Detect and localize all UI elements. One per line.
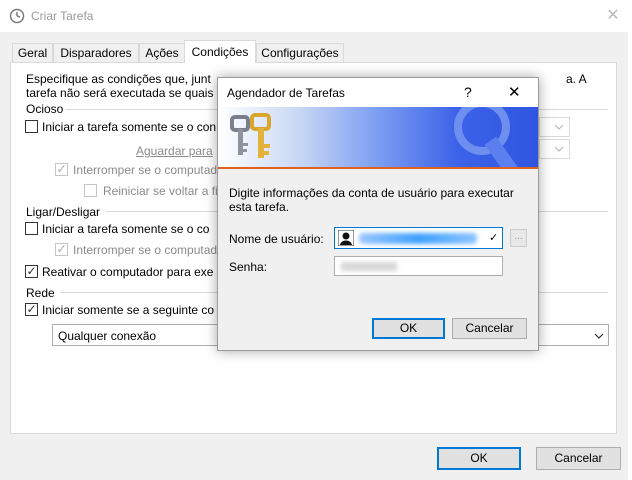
keys-icon bbox=[230, 113, 271, 158]
password-value-redacted bbox=[341, 262, 397, 271]
dialog-ok-button[interactable]: OK bbox=[372, 318, 445, 339]
dialog-title: Agendador de Tarefas bbox=[227, 86, 345, 100]
idle-start-checkbox[interactable] bbox=[25, 120, 38, 133]
checkmark-icon: ✓ bbox=[26, 302, 37, 316]
idle-restart-checkbox[interactable] bbox=[84, 184, 97, 197]
wake-label: Reativar o computador para exe bbox=[42, 265, 214, 279]
password-input[interactable] bbox=[334, 256, 503, 276]
chevron-down-icon bbox=[594, 333, 604, 339]
intro-text-line1: Especifique as condições que, junt bbox=[26, 72, 211, 86]
tab-triggers[interactable]: Disparadores bbox=[53, 43, 139, 62]
user-icon bbox=[338, 230, 354, 246]
dialog-title-bar[interactable]: Agendador de Tarefas ? ✕ bbox=[218, 78, 538, 107]
intro-text-line1-tail: a. A bbox=[566, 72, 587, 86]
power-group-label: Ligar/Desligar bbox=[26, 205, 101, 219]
checkmark-icon: ✓ bbox=[26, 264, 37, 278]
username-value-redacted bbox=[359, 233, 477, 244]
intro-text-line2: tarefa não será executada se quais bbox=[26, 86, 214, 100]
dialog-banner bbox=[218, 107, 538, 167]
dialog-instruction: Digite informações da conta de usuário p… bbox=[229, 186, 514, 214]
window-title: Criar Tarefa bbox=[31, 9, 94, 23]
chevron-down-icon bbox=[554, 124, 564, 130]
chevron-down-icon bbox=[554, 146, 564, 152]
idle-start-label: Iniciar a tarefa somente se o con bbox=[42, 120, 217, 134]
network-group-label: Rede bbox=[26, 286, 55, 300]
idle-wait-combo[interactable] bbox=[539, 139, 570, 159]
network-label: Iniciar somente se a seguinte co bbox=[42, 303, 215, 317]
checkmark-icon: ✓ bbox=[56, 162, 67, 176]
idle-stop-label: Interromper se o computad bbox=[73, 163, 218, 177]
clock-icon bbox=[9, 8, 25, 24]
network-connection-value: Qualquer conexão bbox=[58, 329, 157, 343]
idle-wait-label: Aguardar para bbox=[136, 144, 213, 158]
dialog-close-button[interactable]: ✕ bbox=[508, 83, 521, 101]
power-stop-checkbox[interactable]: ✓ bbox=[55, 243, 68, 256]
tab-actions[interactable]: Ações bbox=[139, 43, 185, 62]
banner-accent-line bbox=[218, 167, 538, 169]
window-edge bbox=[628, 0, 632, 480]
username-label: Nome de usuário: bbox=[229, 232, 324, 246]
password-label: Senha: bbox=[229, 260, 268, 274]
power-start-checkbox[interactable] bbox=[25, 222, 38, 235]
power-start-label: Iniciar a tarefa somente se o co bbox=[42, 222, 210, 236]
username-combo[interactable]: ✓ bbox=[334, 227, 503, 249]
tab-settings[interactable]: Configurações bbox=[256, 43, 344, 62]
checkmark-icon: ✓ bbox=[489, 232, 499, 244]
idle-duration-combo[interactable] bbox=[539, 117, 570, 137]
checkmark-icon: ✓ bbox=[56, 242, 67, 256]
idle-stop-checkbox[interactable]: ✓ bbox=[55, 163, 68, 176]
dialog-cancel-button[interactable]: Cancelar bbox=[452, 318, 527, 339]
idle-restart-label: Reiniciar se voltar a fi bbox=[103, 184, 218, 198]
tab-conditions[interactable]: Condições bbox=[184, 40, 256, 63]
tab-general[interactable]: Geral bbox=[12, 43, 53, 62]
ok-button[interactable]: OK bbox=[437, 447, 521, 470]
cancel-button[interactable]: Cancelar bbox=[536, 447, 621, 470]
banner-watermark-icon bbox=[454, 107, 520, 167]
idle-group-label: Ocioso bbox=[26, 102, 64, 116]
network-checkbox[interactable]: ✓ bbox=[25, 303, 38, 316]
power-stop-label: Interromper se o computad bbox=[73, 243, 218, 257]
credentials-dialog: Agendador de Tarefas ? ✕ Digite informaç… bbox=[217, 77, 539, 351]
window-close-button[interactable]: ✕ bbox=[600, 5, 626, 27]
title-bar[interactable]: Criar Tarefa ✕ bbox=[0, 0, 632, 32]
browse-user-button[interactable]: ... bbox=[510, 229, 527, 247]
help-button[interactable]: ? bbox=[464, 84, 472, 100]
wake-checkbox[interactable]: ✓ bbox=[25, 265, 38, 278]
